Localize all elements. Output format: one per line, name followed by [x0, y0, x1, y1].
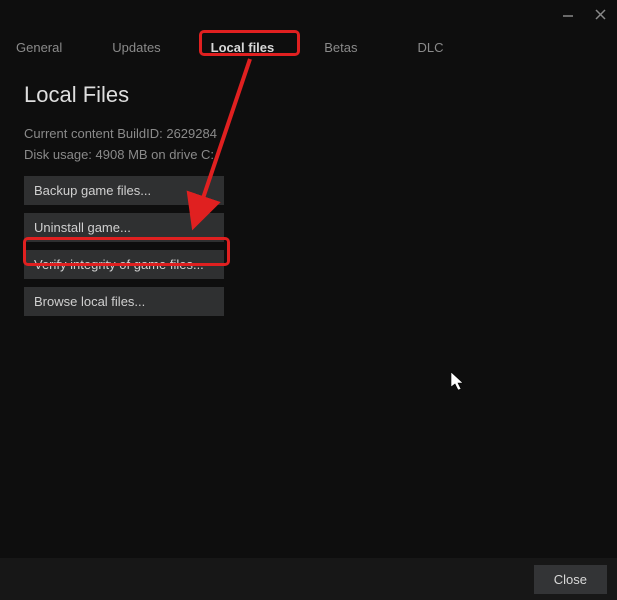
close-window-button[interactable]	[591, 5, 609, 23]
disk-usage-text: Disk usage: 4908 MB on drive C:	[24, 147, 593, 162]
browse-button[interactable]: Browse local files...	[24, 287, 224, 316]
backup-button[interactable]: Backup game files...	[24, 176, 224, 205]
cursor-icon	[451, 372, 467, 392]
uninstall-button[interactable]: Uninstall game...	[24, 213, 224, 242]
verify-integrity-button[interactable]: Verify integrity of game files...	[24, 250, 224, 279]
tab-dlc[interactable]: DLC	[418, 38, 444, 57]
tab-updates[interactable]: Updates	[112, 38, 160, 57]
footer-bar: Close	[0, 558, 617, 600]
minimize-button[interactable]	[559, 5, 577, 23]
content-area: Local Files Current content BuildID: 262…	[0, 58, 617, 316]
build-id-text: Current content BuildID: 2629284	[24, 126, 593, 141]
tab-local-files[interactable]: Local files	[211, 38, 275, 57]
window-titlebar	[0, 0, 617, 28]
tabs-bar: General Updates Local files Betas DLC	[0, 28, 617, 58]
action-buttons: Backup game files... Uninstall game... V…	[24, 176, 224, 316]
tab-betas[interactable]: Betas	[324, 38, 357, 57]
tab-general[interactable]: General	[16, 38, 62, 57]
close-button[interactable]: Close	[534, 565, 607, 594]
section-title: Local Files	[24, 82, 593, 108]
